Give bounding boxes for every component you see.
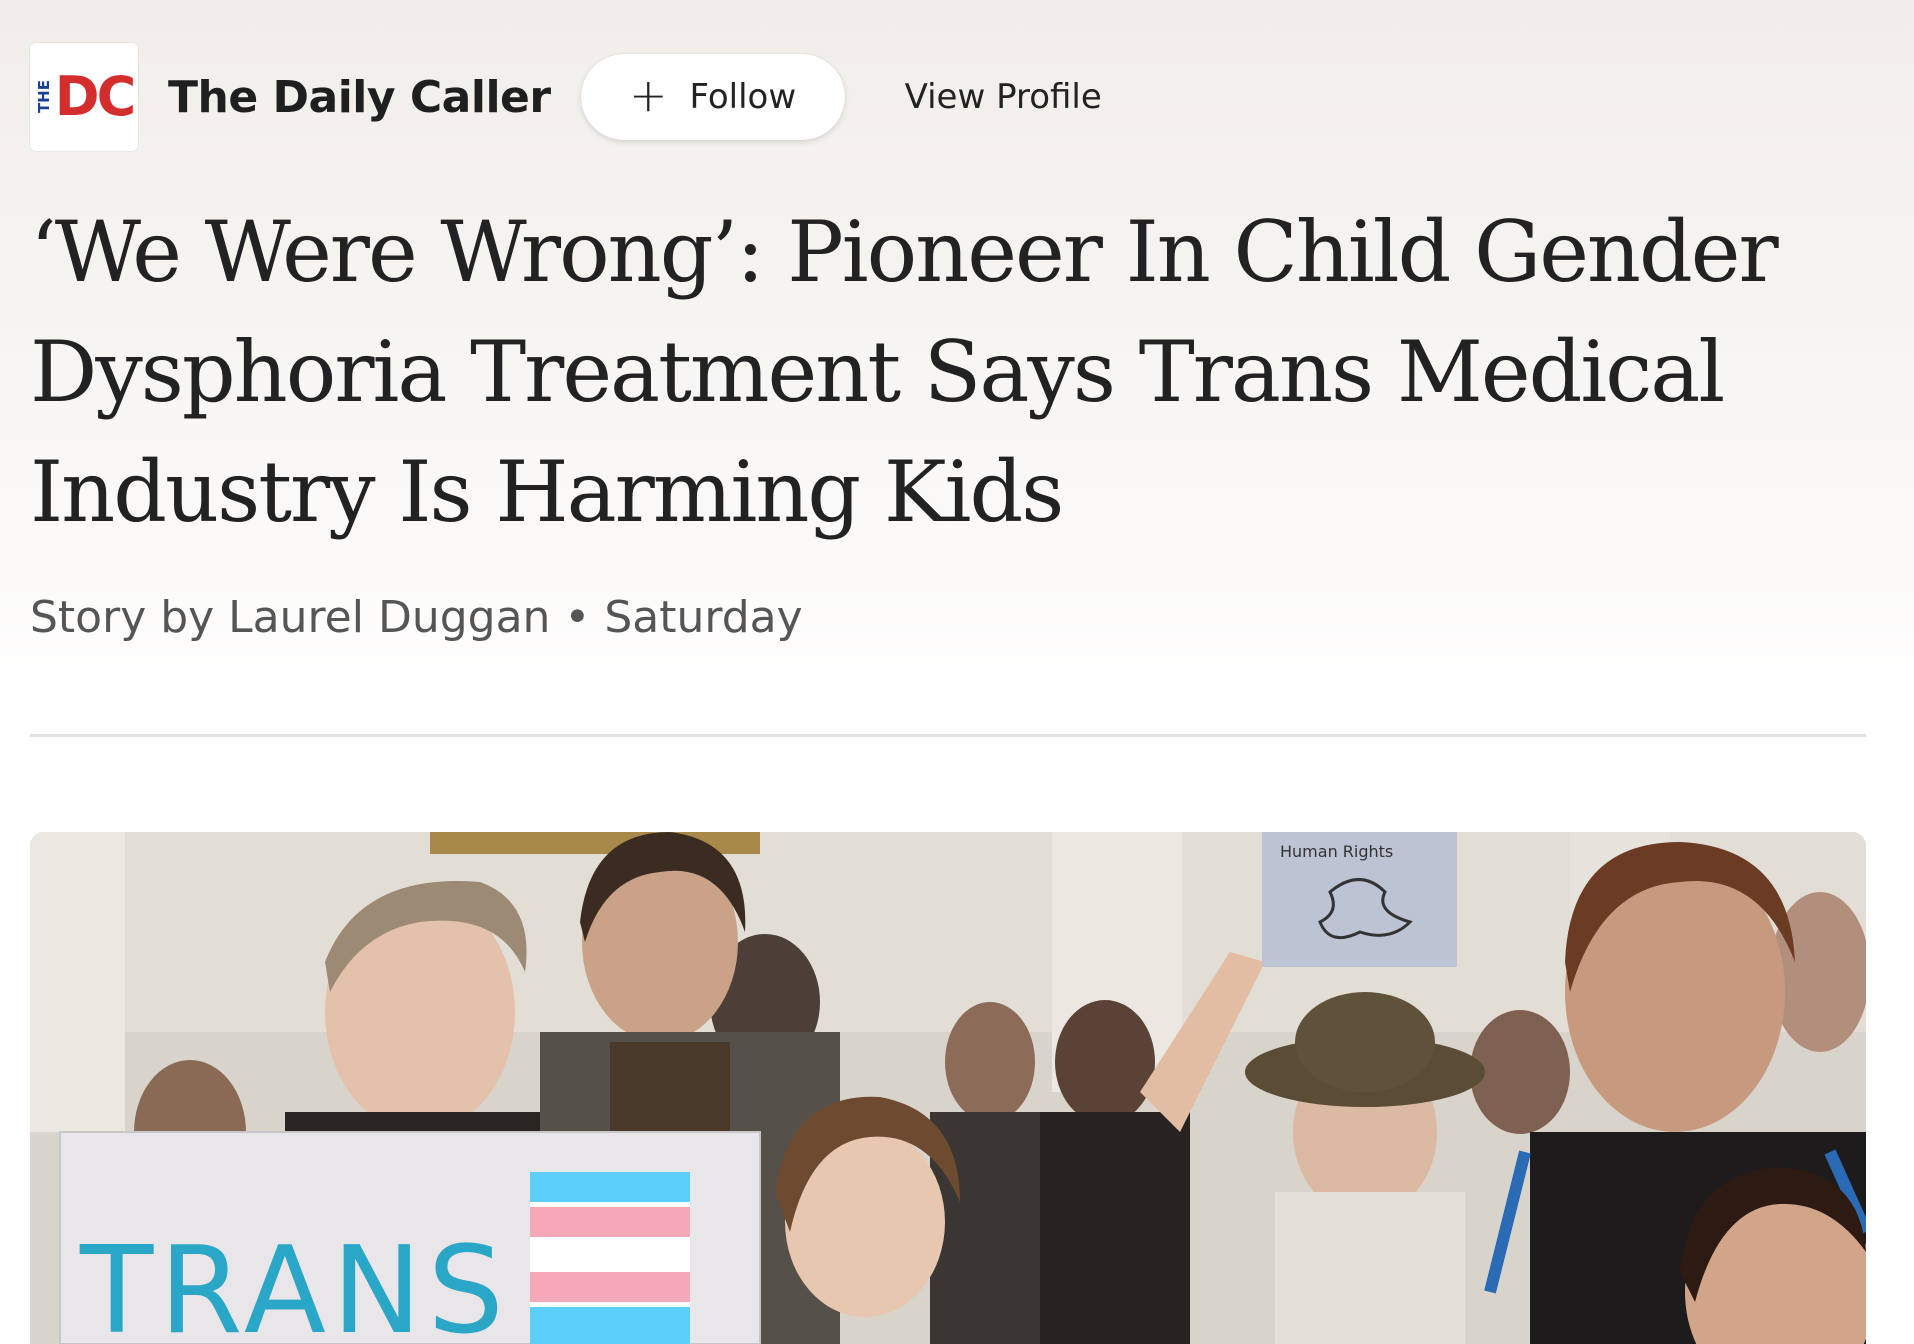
publisher-name[interactable]: The Daily Caller bbox=[168, 72, 551, 123]
byline-date: Saturday bbox=[604, 592, 803, 643]
sign-right-text: Human Rights bbox=[1280, 842, 1393, 861]
logo-dc-text: DC bbox=[54, 65, 136, 128]
header-divider bbox=[30, 734, 1866, 737]
view-profile-link[interactable]: View Profile bbox=[905, 77, 1102, 117]
logo-the-text: THE bbox=[34, 80, 53, 114]
publisher-header: THE DC The Daily Caller + Follow View Pr… bbox=[30, 42, 1102, 152]
hero-image[interactable]: Human Rights TRANS bbox=[30, 832, 1866, 1344]
logo-mark: THE DC bbox=[34, 65, 136, 128]
sign-left-text: TRANS bbox=[79, 1222, 510, 1344]
article-headline: ‘We Were Wrong’: Pioneer In Child Gender… bbox=[30, 203, 1779, 541]
publisher-logo[interactable]: THE DC bbox=[30, 43, 138, 151]
follow-label: Follow bbox=[689, 77, 797, 117]
plus-icon: + bbox=[628, 68, 668, 122]
follow-button[interactable]: + Follow bbox=[580, 54, 845, 140]
article-byline: Story by Laurel Duggan • Saturday bbox=[30, 592, 803, 643]
byline-separator: • bbox=[564, 592, 591, 643]
byline-author: Story by Laurel Duggan bbox=[30, 592, 551, 643]
hero-photo-illustration: Human Rights TRANS bbox=[30, 832, 1866, 1344]
